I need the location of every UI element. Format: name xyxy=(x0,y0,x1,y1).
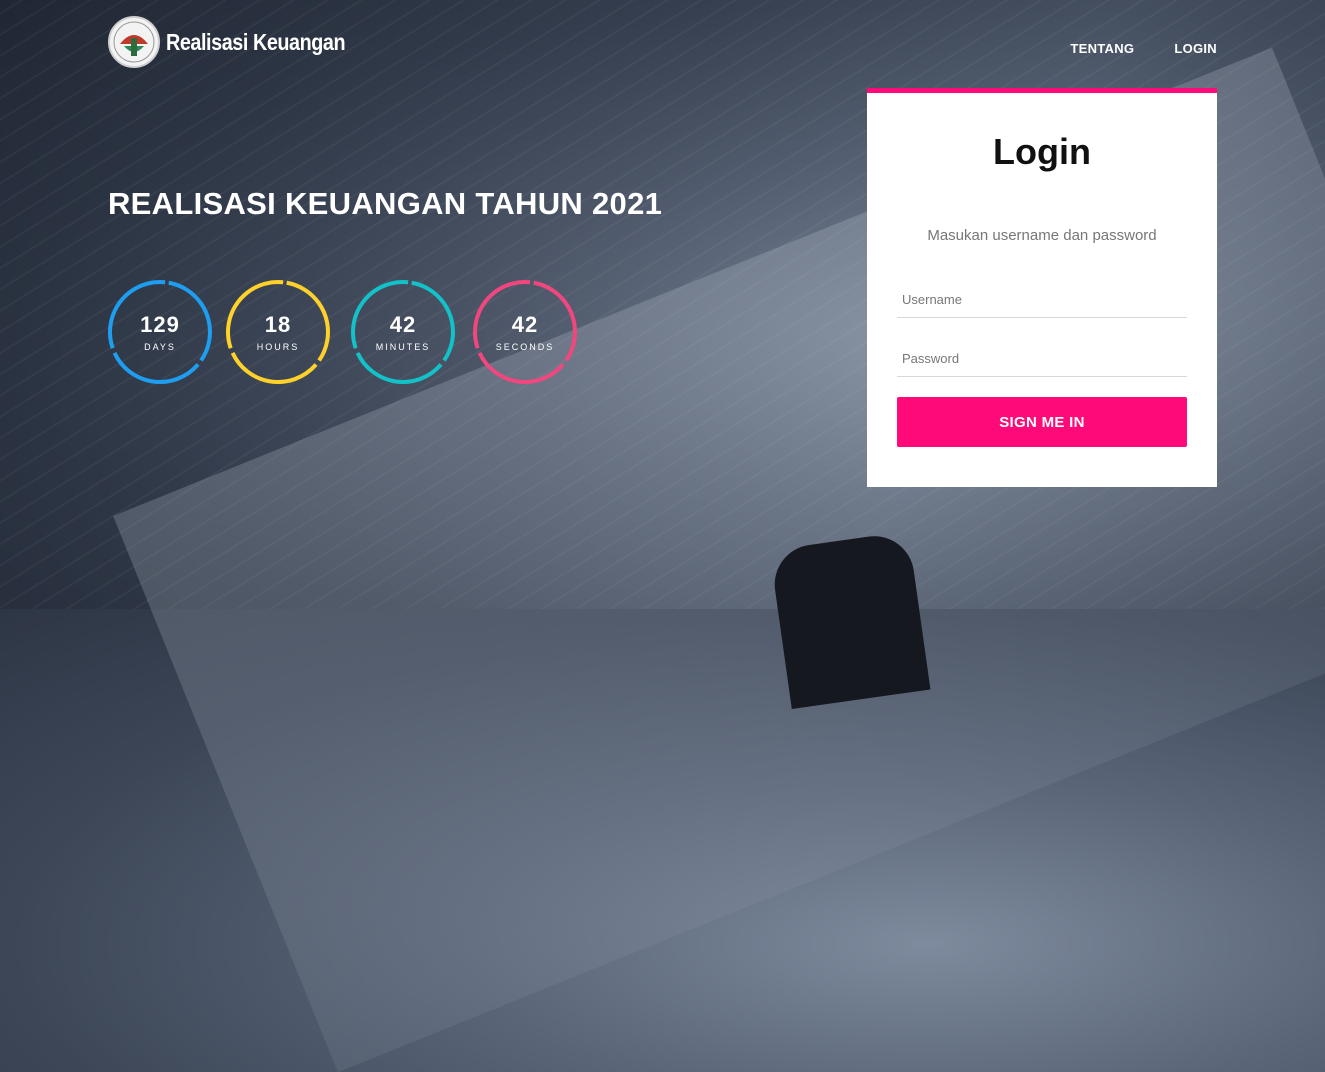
username-input[interactable] xyxy=(897,282,1187,318)
countdown-days-label: DAYS xyxy=(144,342,176,352)
ministry-emblem-icon xyxy=(108,16,160,68)
login-subtitle: Masukan username dan password xyxy=(927,227,1157,244)
login-title: Login xyxy=(993,131,1091,172)
login-card: Login Masukan username dan password SIGN… xyxy=(867,88,1217,487)
countdown-minutes-label: MINUTES xyxy=(375,342,431,352)
nav-links: TENTANG LOGIN xyxy=(1070,41,1217,56)
nav-link-login[interactable]: LOGIN xyxy=(1174,41,1217,56)
background-pen-image xyxy=(769,531,931,709)
navbar: Realisasi Keuangan TENTANG LOGIN xyxy=(0,0,1325,100)
countdown-hours: 18 HOURS xyxy=(224,278,332,386)
countdown-seconds-label: SECONDS xyxy=(495,342,555,352)
countdown-minutes-value: 42 xyxy=(389,312,417,337)
brand-link[interactable]: Realisasi Keuangan xyxy=(108,16,374,68)
countdown-minutes: 42 MINUTES xyxy=(349,278,457,386)
countdown-days-value: 129 xyxy=(140,312,180,337)
countdown-hours-value: 18 xyxy=(264,312,292,337)
countdown-timer: 129 DAYS 18 HOURS 42 MINUTES 42 SECONDS xyxy=(106,278,586,390)
nav-link-tentang[interactable]: TENTANG xyxy=(1070,41,1134,56)
hero-title: REALISASI KEUANGAN TAHUN 2021 xyxy=(108,186,663,221)
countdown-hours-label: HOURS xyxy=(256,342,300,352)
countdown-seconds-value: 42 xyxy=(511,312,539,337)
brand-name: Realisasi Keuangan xyxy=(166,28,346,55)
password-input[interactable] xyxy=(897,341,1187,377)
sign-in-button[interactable]: SIGN ME IN xyxy=(897,397,1187,447)
countdown-days: 129 DAYS xyxy=(106,278,214,386)
countdown-seconds: 42 SECONDS xyxy=(471,278,579,386)
